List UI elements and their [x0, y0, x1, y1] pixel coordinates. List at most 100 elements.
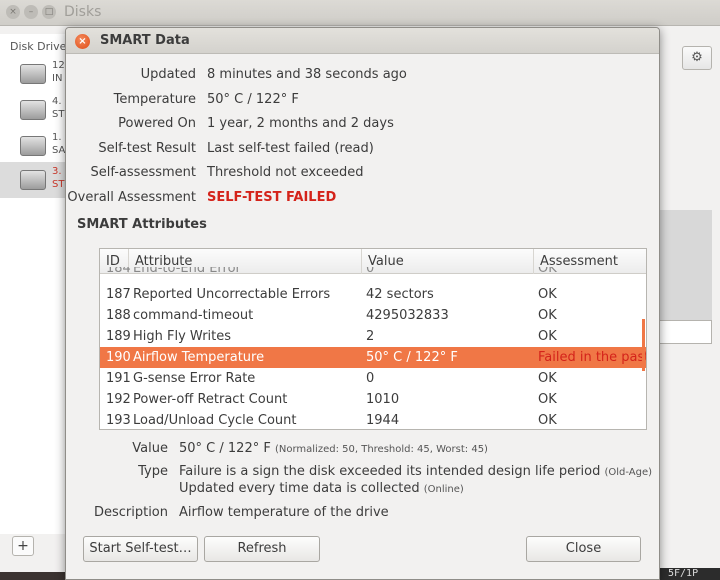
cell-id: 190 — [106, 350, 131, 365]
detail-type-label: Type — [138, 464, 168, 479]
table-row[interactable]: 189 High Fly Writes 2 OK — [100, 326, 646, 347]
cell-assessment-failed: Failed in the past — [538, 350, 647, 365]
cell-attribute: Airflow Temperature — [133, 350, 265, 365]
cell-value: 1010 — [366, 392, 400, 407]
drives-header: Disk Drives — [10, 40, 73, 53]
drive-model: IN — [52, 73, 63, 84]
drive-model: ST — [52, 179, 65, 190]
dialog-title: SMART Data — [100, 33, 190, 48]
drive-model: ST — [52, 109, 65, 120]
drive-item-selected[interactable]: 3. ST — [0, 162, 66, 198]
cell-value: 0 — [366, 371, 375, 386]
drive-model: SA — [52, 145, 66, 156]
window-maximize-button[interactable]: □ — [42, 5, 56, 19]
detail-type-text: Failure is a sign the disk exceeded its … — [179, 464, 601, 479]
cell-assessment: OK — [538, 287, 557, 302]
cell-assessment: OK — [538, 413, 557, 428]
cell-assessment: OK — [538, 371, 557, 386]
drive-item[interactable]: 12 IN — [0, 56, 66, 92]
updated-label: Updated — [140, 67, 196, 82]
hard-disk-icon — [20, 136, 46, 156]
detail-type-line2: Updated every time data is collected (On… — [179, 481, 464, 496]
cell-attribute: Power-off Retract Count — [133, 392, 288, 407]
window-close-button[interactable]: × — [6, 5, 20, 19]
table-scrollbar[interactable] — [642, 319, 645, 371]
hard-disk-icon — [20, 170, 46, 190]
volume-map-panel — [656, 210, 712, 320]
powered-on-value: 1 year, 2 months and 2 days — [207, 116, 394, 131]
table-row[interactable]: 191 G-sense Error Rate 0 OK — [100, 368, 646, 389]
cell-id: 189 — [106, 329, 131, 344]
cell-assessment: OK — [538, 308, 557, 323]
drive-size: 4. — [52, 96, 62, 107]
cell-id: 193 — [106, 413, 131, 428]
drive-item[interactable]: 4. ST — [0, 92, 66, 128]
cell-id: 191 — [106, 371, 131, 386]
disks-titlebar: × – □ Disks — [0, 0, 720, 26]
self-test-result-label: Self-test Result — [98, 141, 196, 156]
detail-value-main: 50° C / 122° F — [179, 441, 271, 456]
self-assessment-value: Threshold not exceeded — [207, 165, 364, 180]
cell-attribute: command-timeout — [133, 308, 254, 323]
cell-value: 42 sectors — [366, 287, 434, 302]
close-button[interactable]: Close — [526, 536, 641, 562]
detail-type-line1: Failure is a sign the disk exceeded its … — [179, 464, 652, 479]
cell-id: 188 — [106, 308, 131, 323]
cell-attribute: End-to-End Error — [133, 267, 241, 276]
dialog-close-icon[interactable]: × — [75, 34, 90, 49]
cell-value: 2 — [366, 329, 375, 344]
table-row[interactable]: 192 Power-off Retract Count 1010 OK — [100, 389, 646, 410]
cell-assessment: OK — [538, 392, 557, 407]
detail-update-note: (Online) — [423, 484, 464, 495]
self-test-result-value: Last self-test failed (read) — [207, 141, 374, 156]
window-title: Disks — [64, 4, 102, 20]
dialog-titlebar: × SMART Data — [66, 28, 659, 54]
drive-size: 1. — [52, 132, 62, 143]
hard-disk-icon — [20, 100, 46, 120]
detail-update-text: Updated every time data is collected — [179, 481, 420, 496]
drives-sidebar: Disk Drives 12 IN 4. ST 1. SA 3. ST — [0, 34, 72, 534]
drive-size: 3. — [52, 166, 62, 177]
cell-attribute: G-sense Error Rate — [133, 371, 256, 386]
updated-value: 8 minutes and 38 seconds ago — [207, 67, 407, 82]
add-drive-button[interactable]: + — [12, 536, 34, 556]
drive-item[interactable]: 1. SA — [0, 128, 66, 164]
detail-value-note: (Normalized: 50, Threshold: 45, Worst: 4… — [274, 444, 488, 455]
table-row[interactable]: 187 Reported Uncorrectable Errors 42 sec… — [100, 284, 646, 305]
powered-on-label: Powered On — [118, 116, 196, 131]
hard-disk-icon — [20, 64, 46, 84]
table-row-selected[interactable]: 190 Airflow Temperature 50° C / 122° F F… — [100, 347, 646, 368]
gear-icon: ⚙ — [691, 50, 703, 65]
cell-assessment: OK — [538, 329, 557, 344]
detail-value: 50° C / 122° F (Normalized: 50, Threshol… — [179, 441, 488, 456]
temperature-label: Temperature — [113, 92, 196, 107]
cell-value: 4295032833 — [366, 308, 449, 323]
cell-attribute: Reported Uncorrectable Errors — [133, 287, 331, 302]
cell-value: 1944 — [366, 413, 400, 428]
self-assessment-label: Self-assessment — [90, 165, 196, 180]
cell-assessment: OK — [538, 267, 557, 276]
detail-value-label: Value — [132, 441, 168, 456]
cell-id: 187 — [106, 287, 131, 302]
table-row-partial[interactable]: 184 End-to-End Error 0 OK — [100, 267, 646, 276]
smart-data-dialog: × SMART Data Updated 8 minutes and 38 se… — [65, 27, 660, 580]
detail-description-label: Description — [93, 505, 168, 520]
smart-attributes-table[interactable]: ID Attribute Value Assessment 184 End-to… — [99, 248, 647, 430]
table-row[interactable]: 193 Load/Unload Cycle Count 1944 OK — [100, 410, 646, 429]
cell-value: 50° C / 122° F — [366, 350, 458, 365]
overall-assessment-label: Overall Assessment — [67, 190, 196, 205]
refresh-button[interactable]: Refresh — [204, 536, 320, 562]
taskbar-corner-text: 5F/1P — [660, 568, 720, 580]
temperature-value: 50° C / 122° F — [207, 92, 299, 107]
cell-attribute: Load/Unload Cycle Count — [133, 413, 297, 428]
window-minimize-button[interactable]: – — [24, 5, 38, 19]
drive-settings-button[interactable]: ⚙ — [682, 46, 712, 70]
cell-id: 184 — [106, 267, 131, 276]
detail-type-note: (Old-Age) — [604, 467, 653, 478]
table-row[interactable]: 188 command-timeout 4295032833 OK — [100, 305, 646, 326]
cell-attribute: High Fly Writes — [133, 329, 232, 344]
volume-info-field — [656, 320, 712, 344]
start-self-test-button[interactable]: Start Self-test… — [83, 536, 198, 562]
detail-description: Airflow temperature of the drive — [179, 505, 389, 520]
overall-assessment-value: SELF-TEST FAILED — [207, 190, 337, 205]
